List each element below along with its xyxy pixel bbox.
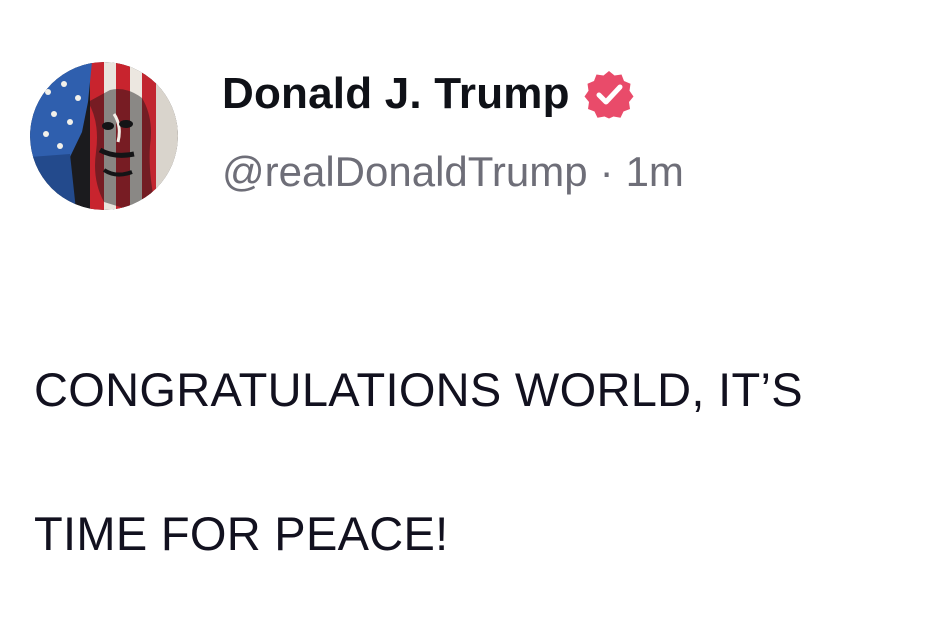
avatar-flag-portrait-icon [30,62,178,210]
author-handle[interactable]: @realDonaldTrump [222,148,588,196]
author-display-name[interactable]: Donald J. Trump [222,69,570,119]
verified-badge-icon [584,69,634,119]
post-timestamp[interactable]: 1m [626,148,684,196]
post-card: Donald J. Trump @realDonaldTrump · 1m CO… [0,0,936,560]
post-body-line: CONGRATULATIONS WORLD, IT’S [34,363,803,416]
post-meta: @realDonaldTrump · 1m [222,148,922,196]
post-header: Donald J. Trump @realDonaldTrump · 1m [222,64,922,196]
post-body: CONGRATULATIONS WORLD, IT’S TIME FOR PEA… [34,282,924,642]
author-avatar[interactable] [30,62,178,210]
post-body-line: TIME FOR PEACE! [34,507,449,560]
author-name-row: Donald J. Trump [222,64,922,124]
meta-separator: · [599,148,614,195]
